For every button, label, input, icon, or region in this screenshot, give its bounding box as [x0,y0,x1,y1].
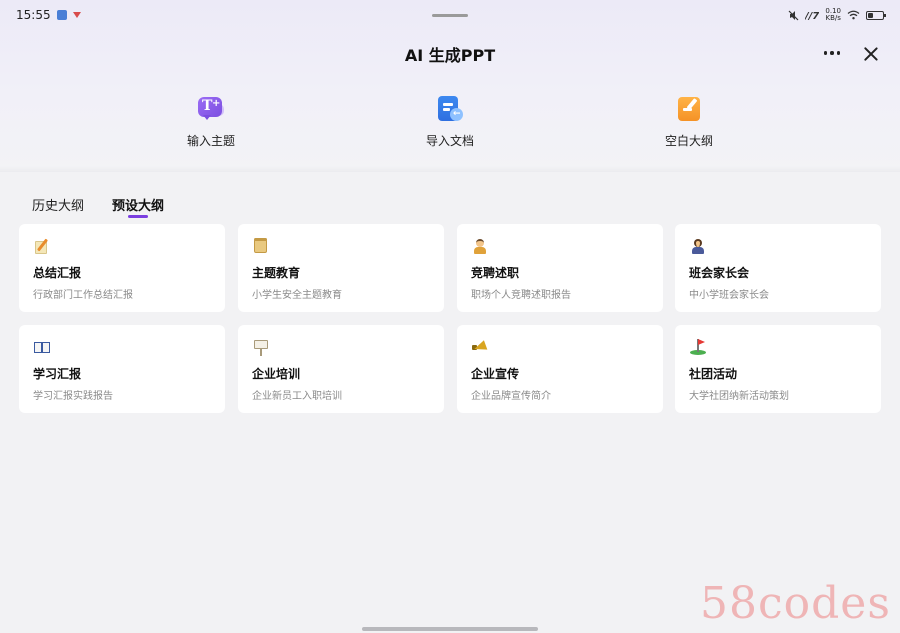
template-card[interactable]: 学习汇报 学习汇报实践报告 [19,325,225,413]
more-options-button[interactable] [818,42,846,64]
home-indicator[interactable] [362,627,538,631]
signboard-icon [252,338,270,356]
card-desc: 职场个人竞聘述职报告 [471,290,571,301]
card-desc: 企业新员工入职培训 [252,391,342,402]
template-card[interactable]: 竞聘述职 职场个人竞聘述职报告 [457,224,663,312]
megaphone-icon [471,338,489,356]
status-time: 15:55 [16,8,51,22]
card-title: 主题教育 [252,266,301,280]
teacher-icon [689,237,707,255]
mute-icon [788,10,799,20]
top-area-divider [0,166,900,172]
action-label: 输入主题 [186,134,235,148]
import-doc-icon: ← [435,94,465,124]
card-title: 企业培训 [252,367,301,381]
template-card[interactable]: 企业培训 企业新员工入职培训 [238,325,444,413]
svg-text://7: //7 [805,11,819,20]
close-button[interactable] [858,42,884,66]
battery-icon [866,10,886,20]
more-dot [836,51,841,55]
scroll-icon [252,237,270,255]
person-icon [471,237,489,255]
action-label: 空白大纲 [664,134,713,148]
action-blank-outline[interactable]: 空白大纲 [639,94,739,149]
page-title: AI 生成PPT [404,46,496,65]
signal-icon: //7 [805,11,819,20]
action-label: 导入文档 [425,134,474,148]
status-left: 15:55 [16,8,81,22]
template-card[interactable]: 社团活动 大学社团纳新活动策划 [675,325,881,413]
card-title: 企业宣传 [471,367,520,381]
template-card[interactable]: 班会家长会 中小学班会家长会 [675,224,881,312]
wifi-icon [847,10,860,20]
template-card[interactable]: 主题教育 小学生安全主题教育 [238,224,444,312]
card-title: 社团活动 [689,367,738,381]
tab-preset-outline[interactable]: 预设大纲 [112,195,164,214]
watermark: 58codes [700,578,891,629]
topic-input-icon: T + [196,94,226,124]
card-desc: 大学社团纳新活动策划 [689,391,789,402]
book-icon [33,338,51,356]
tab-active-indicator [128,215,148,218]
card-desc: 中小学班会家长会 [689,290,769,301]
more-dot [823,51,828,55]
action-import-doc[interactable]: ← 导入文档 [400,94,500,149]
status-right: //7 0.10 KB/s [788,8,886,22]
blank-outline-icon [674,94,704,124]
card-title: 总结汇报 [33,266,82,280]
card-desc: 学习汇报实践报告 [33,391,113,402]
memo-icon [33,237,51,255]
card-title: 学习汇报 [33,367,82,381]
action-input-topic[interactable]: T + 输入主题 [161,94,261,149]
app-notification-icon [56,10,67,20]
template-card[interactable]: 总结汇报 行政部门工作总结汇报 [19,224,225,312]
card-desc: 行政部门工作总结汇报 [33,290,133,301]
card-desc: 小学生安全主题教育 [252,290,342,301]
network-speed: 0.10 KB/s [825,8,841,22]
template-card[interactable]: 企业宣传 企业品牌宣传简介 [457,325,663,413]
more-dot [830,51,834,55]
card-title: 班会家长会 [689,266,750,280]
card-title: 竞聘述职 [471,266,520,280]
drag-handle[interactable] [432,14,468,17]
notification-arrow-icon [72,11,81,19]
network-speed-unit: KB/s [825,14,841,22]
card-desc: 企业品牌宣传简介 [471,391,551,402]
tab-history-outline[interactable]: 历史大纲 [32,195,84,214]
golf-flag-icon [689,338,707,356]
